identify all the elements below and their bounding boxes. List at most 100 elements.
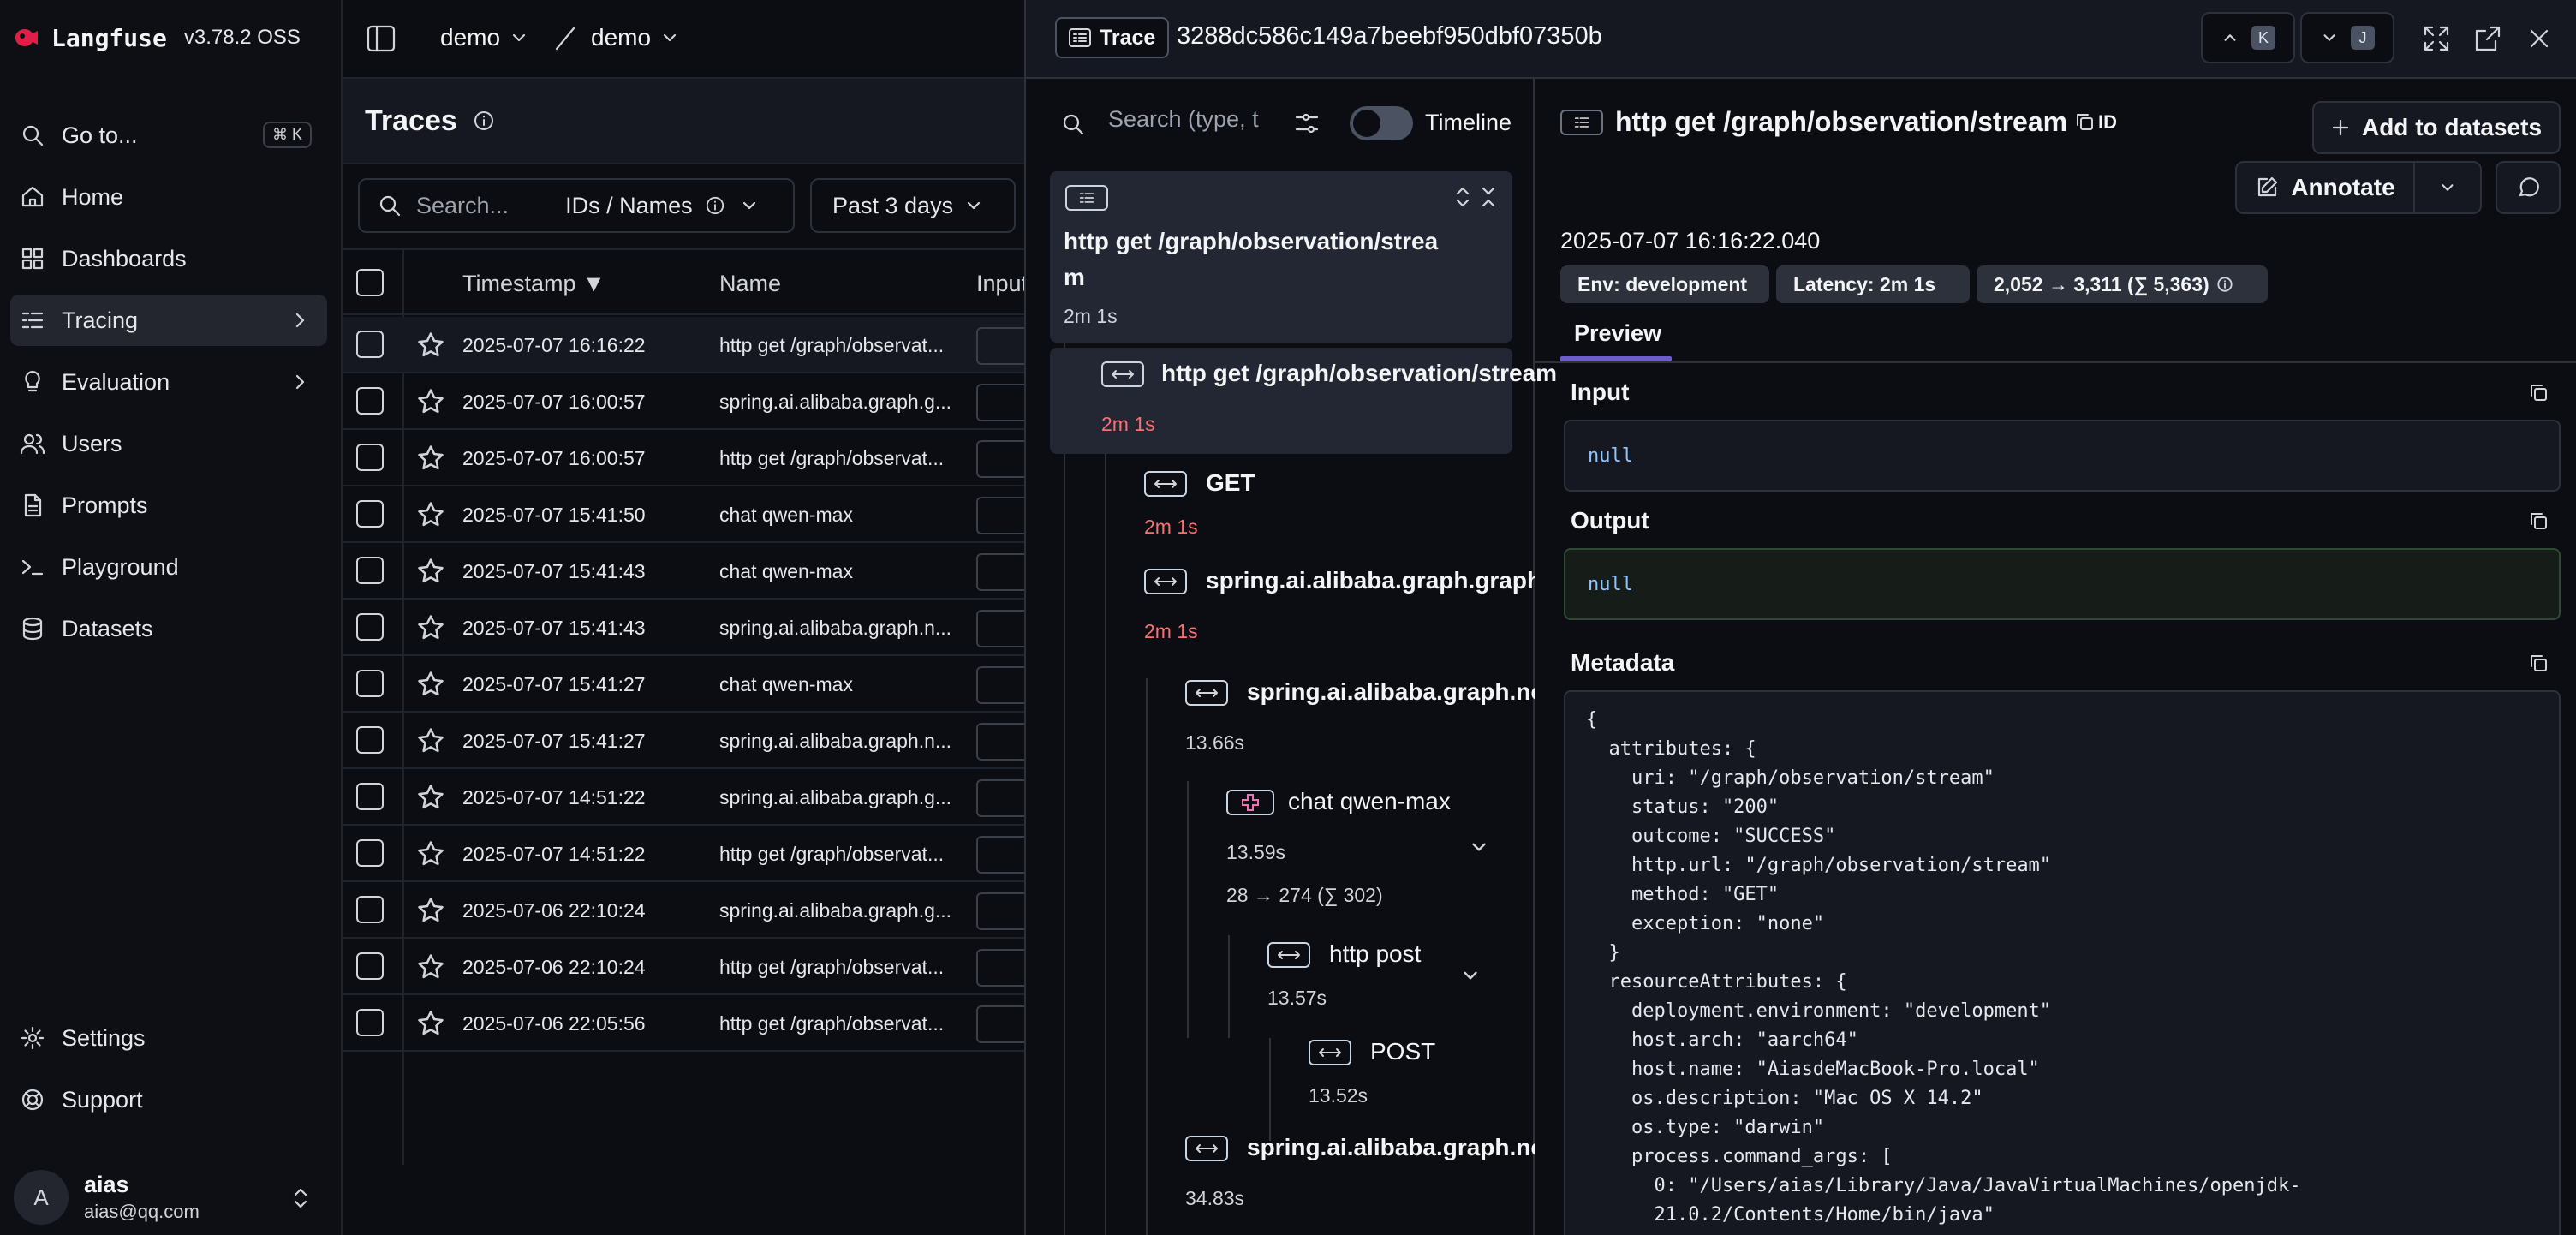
- sidebar-item-home[interactable]: Home: [10, 171, 327, 223]
- column-input[interactable]: Input: [976, 271, 1028, 297]
- star-icon[interactable]: [416, 839, 445, 868]
- open-new-window-icon[interactable]: [2473, 24, 2502, 53]
- chevron-down-icon[interactable]: [1468, 836, 1490, 858]
- row-checkbox[interactable]: [356, 1009, 384, 1036]
- cell-timestamp: 2025-07-07 15:41:43: [462, 560, 646, 582]
- previous-trace-button[interactable]: K: [2201, 12, 2295, 63]
- row-checkbox[interactable]: [356, 557, 384, 584]
- star-icon[interactable]: [416, 726, 445, 755]
- row-checkbox[interactable]: [356, 952, 384, 980]
- next-trace-button[interactable]: J: [2300, 12, 2394, 63]
- sidebar-item-datasets[interactable]: Datasets: [10, 603, 327, 654]
- search-box[interactable]: Search... IDs / Names: [358, 178, 795, 233]
- table-row[interactable]: 2025-07-06 22:10:24 spring.ai.alibaba.gra…: [343, 882, 1036, 939]
- select-all-checkbox[interactable]: [356, 269, 384, 296]
- settings-sliders-icon[interactable]: [1293, 110, 1321, 137]
- row-checkbox[interactable]: [356, 613, 384, 641]
- column-name[interactable]: Name: [719, 271, 781, 297]
- sidebar-item-tracing[interactable]: Tracing: [10, 295, 327, 346]
- project-selector[interactable]: demo: [591, 24, 651, 51]
- collapse-all-icon[interactable]: [1478, 185, 1499, 209]
- annotate-dropdown-button[interactable]: [2413, 161, 2482, 214]
- annotate-button[interactable]: Annotate: [2235, 161, 2415, 214]
- table-row[interactable]: 2025-07-07 15:41:43 chat qwen-max: [343, 543, 1036, 600]
- tab-preview[interactable]: Preview: [1574, 320, 1661, 347]
- user-menu[interactable]: A aias aias@qq.com: [14, 1165, 331, 1225]
- goto-search[interactable]: Go to... ⌘ K: [10, 110, 327, 161]
- star-icon[interactable]: [416, 387, 445, 416]
- star-icon[interactable]: [416, 783, 445, 812]
- tree-search-input[interactable]: Search (type, t: [1108, 106, 1262, 133]
- star-icon[interactable]: [416, 331, 445, 360]
- row-checkbox[interactable]: [356, 444, 384, 471]
- tree-node[interactable]: spring.ai.alibaba.graph.noc 34.83s: [1026, 1129, 1535, 1223]
- table-row[interactable]: 2025-07-07 15:41:43 spring.ai.alibaba.gra…: [343, 600, 1036, 656]
- expand-icon[interactable]: [2422, 24, 2451, 53]
- table-row[interactable]: 2025-07-07 16:00:57 http get /graph/obser…: [343, 430, 1036, 486]
- org-selector[interactable]: demo: [440, 24, 500, 51]
- table-row[interactable]: 2025-07-07 16:00:57 spring.ai.alibaba.gra…: [343, 373, 1036, 430]
- copy-icon[interactable]: [2528, 382, 2549, 403]
- id-label[interactable]: ID: [2098, 111, 2117, 134]
- row-checkbox[interactable]: [356, 387, 384, 415]
- star-icon[interactable]: [416, 896, 445, 925]
- row-checkbox[interactable]: [356, 783, 384, 810]
- sidebar-item-dashboards[interactable]: Dashboards: [10, 233, 327, 284]
- table-row[interactable]: 2025-07-06 22:05:56 http get /graph/obser…: [343, 995, 1036, 1052]
- brand[interactable]: Langfuse v3.78.2 OSS: [14, 21, 301, 55]
- tree-node[interactable]: POST 13.52s: [1026, 1033, 1535, 1119]
- tree-node[interactable]: spring.ai.alibaba.graph.noc 13.66s: [1026, 673, 1535, 767]
- star-icon[interactable]: [416, 1009, 445, 1038]
- sidebar-toggle-icon[interactable]: [365, 22, 397, 55]
- sidebar-item-settings[interactable]: Settings: [10, 1012, 327, 1064]
- sidebar-item-prompts[interactable]: Prompts: [10, 480, 327, 531]
- row-checkbox[interactable]: [356, 670, 384, 697]
- tree-node-root[interactable]: http get /graph/observation/strea m 2m 1…: [1050, 171, 1512, 343]
- star-icon[interactable]: [416, 670, 445, 699]
- chevron-up-icon: [2221, 28, 2239, 47]
- table-row[interactable]: 2025-07-07 15:41:27 spring.ai.alibaba.gra…: [343, 713, 1036, 769]
- tree-node[interactable]: spring.ai.alibaba.graph.graph- 2m 1s: [1026, 562, 1535, 656]
- table-row[interactable]: 2025-07-07 15:41:50 chat qwen-max: [343, 486, 1036, 543]
- star-icon[interactable]: [416, 500, 445, 529]
- table-row[interactable]: 2025-07-06 22:10:24 http get /graph/obser…: [343, 939, 1036, 995]
- sidebar-item-support[interactable]: Support: [10, 1074, 327, 1125]
- tree-node[interactable]: http get /graph/observation/stream 2m 1s: [1050, 348, 1557, 454]
- row-checkbox[interactable]: [356, 331, 384, 358]
- star-icon[interactable]: [416, 613, 445, 642]
- sidebar-item-users[interactable]: Users: [10, 418, 327, 469]
- search-mode-label[interactable]: IDs / Names: [565, 193, 693, 219]
- table-row[interactable]: 2025-07-07 14:51:22 http get /graph/obser…: [343, 826, 1036, 882]
- column-timestamp[interactable]: Timestamp ▼: [462, 271, 605, 297]
- tree-node[interactable]: GET 2m 1s: [1026, 464, 1535, 550]
- timeline-toggle[interactable]: [1350, 106, 1413, 140]
- star-icon[interactable]: [416, 444, 445, 473]
- tree-node[interactable]: http post 13.57s: [1026, 935, 1535, 1021]
- table-row[interactable]: 2025-07-07 16:16:22 http get /graph/obser…: [343, 317, 1036, 373]
- comment-button[interactable]: [2496, 161, 2561, 214]
- add-to-datasets-button[interactable]: Add to datasets: [2312, 101, 2561, 154]
- table-row[interactable]: 2025-07-07 14:51:22 spring.ai.alibaba.gra…: [343, 769, 1036, 826]
- tree-node[interactable]: chat qwen-max 13.59s 28 → 274 (∑ 302): [1026, 785, 1535, 922]
- expand-all-icon[interactable]: [1452, 185, 1473, 209]
- time-range-select[interactable]: Past 3 days: [810, 178, 1016, 233]
- database-icon: [17, 613, 48, 644]
- table-header: Timestamp ▼ Name Input: [343, 248, 1028, 315]
- chevron-down-icon[interactable]: [1459, 964, 1482, 987]
- sidebar-item-playground[interactable]: Playground: [10, 541, 327, 593]
- copy-icon[interactable]: [2074, 111, 2095, 132]
- row-checkbox[interactable]: [356, 726, 384, 754]
- row-checkbox[interactable]: [356, 839, 384, 867]
- star-icon[interactable]: [416, 952, 445, 981]
- row-checkbox[interactable]: [356, 500, 384, 528]
- trace-id[interactable]: 3288dc586c149a7beebf950dbf07350b: [1177, 22, 1602, 51]
- table-row[interactable]: 2025-07-07 15:41:27 chat qwen-max: [343, 656, 1036, 713]
- copy-icon[interactable]: [2528, 653, 2549, 673]
- close-icon[interactable]: [2526, 26, 2552, 51]
- star-icon[interactable]: [416, 557, 445, 586]
- info-icon[interactable]: [473, 110, 495, 132]
- row-checkbox[interactable]: [356, 896, 384, 923]
- search-input[interactable]: Search...: [416, 193, 509, 219]
- copy-icon[interactable]: [2528, 510, 2549, 531]
- sidebar-item-evaluation[interactable]: Evaluation: [10, 356, 327, 408]
